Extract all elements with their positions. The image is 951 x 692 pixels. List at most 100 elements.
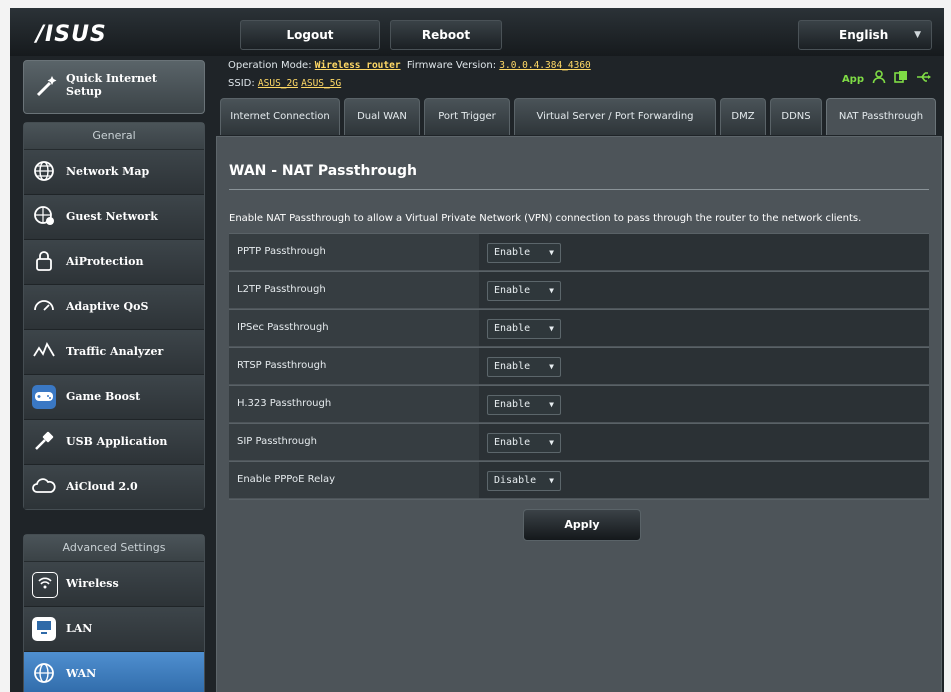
row-value-cell: Enable ▼ [479, 310, 929, 346]
advanced-section: Advanced Settings Wireless LAN WAN [23, 534, 205, 692]
sidebar-item-aiprotection[interactable]: AiProtection [24, 240, 204, 285]
sidebar-item-adaptive-qos[interactable]: Adaptive QoS [24, 285, 204, 330]
sidebar-item-label: Game Boost [66, 390, 141, 403]
table-row: PPTP Passthrough Enable ▼ [229, 233, 929, 271]
chevron-down-icon: ▼ [549, 324, 554, 333]
info-bar: Operation Mode: Wireless router Firmware… [220, 56, 944, 96]
pppoe-relay-select[interactable]: Disable ▼ [487, 471, 561, 491]
quick-internet-setup-button[interactable]: Quick Internet Setup [23, 60, 205, 114]
globe-icon [32, 160, 56, 184]
row-value-cell: Enable ▼ [479, 272, 929, 308]
page-title: WAN - NAT Passthrough [229, 163, 417, 179]
gamepad-icon [32, 385, 56, 409]
chevron-down-icon: ▼ [549, 438, 554, 447]
row-label: L2TP Passthrough [229, 272, 479, 308]
ipsec-passthrough-select[interactable]: Enable ▼ [487, 319, 561, 339]
select-value: Enable [494, 323, 531, 334]
title-divider [229, 189, 929, 190]
table-row: L2TP Passthrough Enable ▼ [229, 271, 929, 309]
sidebar-item-wireless[interactable]: Wireless [24, 562, 204, 607]
sidebar-item-usb-application[interactable]: USB Application [24, 420, 204, 465]
ssid-2g-link[interactable]: ASUS_2G [258, 78, 298, 89]
page-description: Enable NAT Passthrough to allow a Virtua… [229, 213, 862, 224]
tab-dual-wan[interactable]: Dual WAN [344, 98, 420, 135]
rtsp-passthrough-select[interactable]: Enable ▼ [487, 357, 561, 377]
pptp-passthrough-select[interactable]: Enable ▼ [487, 243, 561, 263]
language-value: English [839, 28, 889, 42]
monitor-icon [32, 617, 56, 641]
row-value-cell: Enable ▼ [479, 386, 929, 422]
tab-ddns[interactable]: DDNS [770, 98, 822, 135]
row-value-cell: Enable ▼ [479, 348, 929, 384]
tab-dmz[interactable]: DMZ [720, 98, 766, 135]
sidebar-item-label: USB Application [66, 435, 168, 448]
chevron-down-icon: ▼ [549, 248, 554, 257]
select-value: Enable [494, 437, 531, 448]
analyzer-icon [32, 340, 56, 364]
tab-internet-connection[interactable]: Internet Connection [220, 98, 340, 135]
table-row: RTSP Passthrough Enable ▼ [229, 347, 929, 385]
cloud-icon [32, 475, 56, 499]
row-value-cell: Disable ▼ [479, 462, 929, 498]
firmware-label: Firmware Version: [406, 60, 497, 71]
router-admin-window: /ISUS Logout Reboot English ▼ Operation … [10, 8, 944, 692]
sip-passthrough-select[interactable]: Enable ▼ [487, 433, 561, 453]
guest-globe-icon [32, 205, 56, 229]
operation-mode-link[interactable]: Wireless router [315, 60, 401, 71]
sidebar-item-lan[interactable]: LAN [24, 607, 204, 652]
chevron-down-icon: ▼ [549, 362, 554, 371]
ssid-5g-link[interactable]: ASUS_5G [301, 78, 341, 89]
app-link[interactable]: App [842, 74, 864, 85]
sidebar-item-label: AiCloud 2.0 [66, 480, 138, 493]
operation-mode-label: Operation Mode: [228, 60, 312, 71]
row-label: SIP Passthrough [229, 424, 479, 460]
ssid-line: SSID: ASUS_2G ASUS_5G [228, 78, 341, 89]
asus-logo: /ISUS [36, 22, 107, 47]
sidebar-item-traffic-analyzer[interactable]: Traffic Analyzer [24, 330, 204, 375]
tab-nat-passthrough[interactable]: NAT Passthrough [826, 98, 936, 135]
sidebar-item-aicloud[interactable]: AiCloud 2.0 [24, 465, 204, 509]
select-value: Enable [494, 285, 531, 296]
sidebar-item-label: AiProtection [66, 255, 144, 268]
user-icon[interactable] [872, 70, 886, 88]
row-value-cell: Enable ▼ [479, 424, 929, 460]
sidebar-item-label: Guest Network [66, 210, 158, 223]
sidebar-item-label: WAN [66, 667, 97, 680]
select-value: Enable [494, 247, 531, 258]
sidebar-item-guest-network[interactable]: Guest Network [24, 195, 204, 240]
l2tp-passthrough-select[interactable]: Enable ▼ [487, 281, 561, 301]
table-row: Enable PPPoE Relay Disable ▼ [229, 461, 929, 500]
h323-passthrough-select[interactable]: Enable ▼ [487, 395, 561, 415]
table-row: SIP Passthrough Enable ▼ [229, 423, 929, 461]
chevron-down-icon: ▼ [549, 400, 554, 409]
wifi-icon [32, 572, 58, 598]
tab-port-trigger[interactable]: Port Trigger [424, 98, 510, 135]
general-section: General Network Map Guest Network AiProt… [23, 122, 205, 510]
tab-virtual-server[interactable]: Virtual Server / Port Forwarding [514, 98, 716, 135]
apply-button[interactable]: Apply [523, 509, 641, 541]
language-select[interactable]: English ▼ [798, 20, 932, 50]
chevron-down-icon: ▼ [549, 476, 554, 485]
gauge-icon [32, 295, 56, 319]
chevron-down-icon: ▼ [549, 286, 554, 295]
sidebar-item-label: Traffic Analyzer [66, 345, 164, 358]
sidebar-item-wan[interactable]: WAN [24, 652, 204, 692]
firmware-link[interactable]: 3.0.0.4.384_4360 [499, 60, 591, 71]
logout-button[interactable]: Logout [240, 20, 380, 50]
select-value: Disable [494, 475, 537, 486]
ssid-label: SSID: [228, 78, 255, 89]
sidebar-item-game-boost[interactable]: Game Boost [24, 375, 204, 420]
usb-status-icon[interactable] [916, 70, 932, 88]
select-value: Enable [494, 399, 531, 410]
sidebar-item-label: Adaptive QoS [66, 300, 149, 313]
advanced-header: Advanced Settings [24, 535, 204, 562]
usb-icon [32, 430, 56, 454]
copy-icon[interactable] [894, 70, 908, 88]
sidebar-item-network-map[interactable]: Network Map [24, 150, 204, 195]
chevron-down-icon: ▼ [914, 30, 921, 40]
table-row: H.323 Passthrough Enable ▼ [229, 385, 929, 423]
settings-table: PPTP Passthrough Enable ▼ L2TP Passthroug… [229, 233, 929, 500]
reboot-button[interactable]: Reboot [390, 20, 502, 50]
top-bar: /ISUS Logout Reboot English ▼ [10, 8, 944, 56]
row-label: H.323 Passthrough [229, 386, 479, 422]
